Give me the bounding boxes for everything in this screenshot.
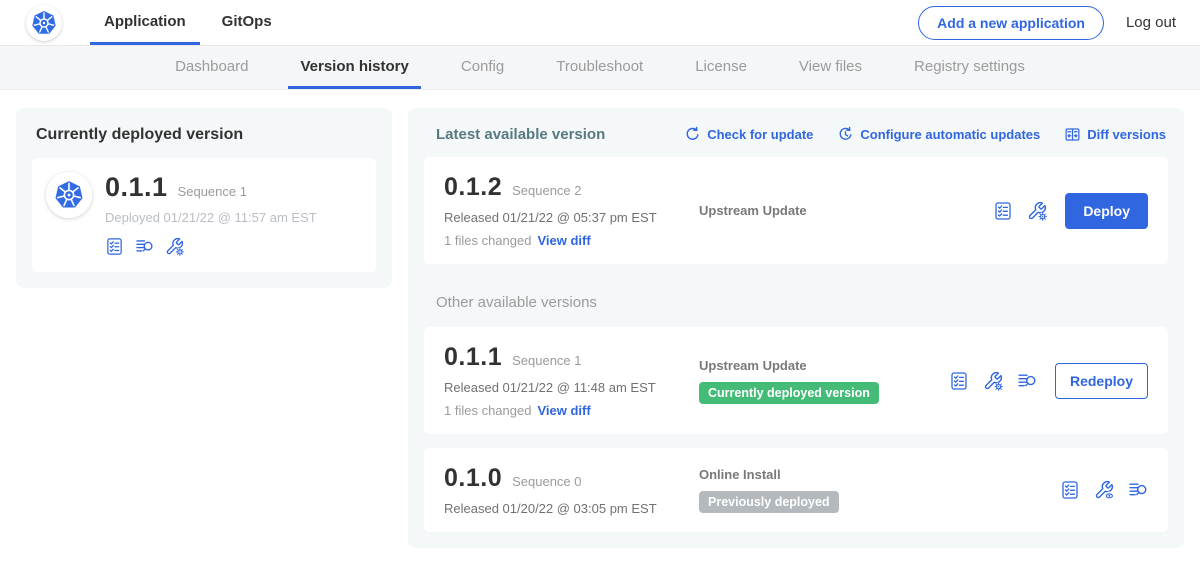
release-notes-icon[interactable] [949, 371, 969, 391]
release-notes-icon[interactable] [1060, 480, 1080, 500]
version-source: Upstream Update [699, 203, 981, 218]
version-source: Upstream Update Currently deployed versi… [699, 358, 937, 404]
subnav-tab-view-files[interactable]: View files [787, 46, 874, 89]
latest-available-title: Latest available version [436, 126, 605, 143]
version-info: 0.1.1 Sequence 1 Released 01/21/22 @ 11:… [444, 343, 699, 418]
header-actions: Add a new application Log out [918, 0, 1200, 45]
version-info: 0.1.0 Sequence 0 Released 01/20/22 @ 03:… [444, 464, 699, 516]
subnav-tab-version-history[interactable]: Version history [288, 46, 420, 89]
subnav-tab-dashboard[interactable]: Dashboard [163, 46, 260, 89]
add-application-button[interactable]: Add a new application [918, 6, 1104, 40]
top-nav: Application GitOps [90, 0, 286, 45]
files-changed: 1 files changedView diff [444, 233, 699, 248]
deployed-version-info: 0.1.1 Sequence 1 Deployed 01/21/22 @ 11:… [105, 172, 317, 256]
main-content: Currently deployed version 0.1.1 Sequenc… [0, 90, 1200, 548]
check-for-update-link[interactable]: Check for update [684, 126, 813, 143]
version-sequence: Sequence 2 [512, 183, 581, 198]
version-row: 0.1.1 Sequence 1 Released 01/21/22 @ 11:… [424, 327, 1168, 434]
app-icon-badge [46, 172, 92, 218]
subnav-tab-registry-settings[interactable]: Registry settings [902, 46, 1037, 89]
kubernetes-logo-icon [31, 10, 57, 36]
diff-versions-link[interactable]: Diff versions [1064, 126, 1166, 143]
deployed-version-number: 0.1.1 [105, 172, 168, 203]
deployed-timestamp: Deployed 01/21/22 @ 11:57 am EST [105, 210, 317, 225]
deployed-panel-title: Currently deployed version [36, 126, 376, 144]
logout-button[interactable]: Log out [1126, 14, 1176, 31]
view-diff-link[interactable]: View diff [537, 233, 590, 248]
subnav-tab-troubleshoot[interactable]: Troubleshoot [544, 46, 655, 89]
previously-deployed-badge: Previously deployed [699, 491, 839, 513]
redeploy-button[interactable]: Redeploy [1055, 363, 1148, 399]
version-source: Online Install Previously deployed [699, 467, 1048, 513]
app-subnav: Dashboard Version history Config Trouble… [0, 46, 1200, 90]
released-timestamp: Released 01/21/22 @ 11:48 am EST [444, 380, 699, 395]
diff-icon [1064, 126, 1081, 143]
version-number: 0.1.0 [444, 464, 502, 493]
source-label: Online Install [699, 467, 781, 482]
version-info: 0.1.2 Sequence 2 Released 01/21/22 @ 05:… [444, 173, 699, 248]
deploy-logs-icon[interactable] [135, 237, 154, 256]
currently-deployed-panel: Currently deployed version 0.1.1 Sequenc… [16, 108, 392, 288]
edit-config-icon[interactable] [165, 237, 184, 256]
refresh-icon [684, 126, 701, 143]
subnav-tab-config[interactable]: Config [449, 46, 516, 89]
released-timestamp: Released 01/21/22 @ 05:37 pm EST [444, 210, 699, 225]
view-config-icon[interactable] [1094, 480, 1114, 500]
deploy-button[interactable]: Deploy [1065, 193, 1148, 229]
tab-application-label: Application [104, 13, 186, 30]
version-number: 0.1.1 [444, 343, 502, 372]
source-label: Upstream Update [699, 203, 807, 218]
tab-gitops[interactable]: GitOps [208, 0, 286, 45]
subnav-tab-license[interactable]: License [683, 46, 759, 89]
tab-gitops-label: GitOps [222, 13, 272, 30]
version-number: 0.1.2 [444, 173, 502, 202]
version-history-panel: Latest available version Check for updat… [408, 108, 1184, 548]
configure-automatic-updates-link[interactable]: Configure automatic updates [837, 126, 1040, 143]
deploy-logs-icon[interactable] [1128, 480, 1148, 500]
deployed-sequence: Sequence 1 [178, 184, 247, 199]
view-diff-link[interactable]: View diff [537, 403, 590, 418]
kubernetes-logo-icon [54, 180, 84, 210]
deployed-version-card: 0.1.1 Sequence 1 Deployed 01/21/22 @ 11:… [32, 158, 376, 272]
release-notes-icon[interactable] [105, 237, 124, 256]
version-sequence: Sequence 1 [512, 353, 581, 368]
edit-config-icon[interactable] [983, 371, 1003, 391]
files-changed: 1 files changedView diff [444, 403, 699, 418]
version-row: 0.1.0 Sequence 0 Released 01/20/22 @ 03:… [424, 448, 1168, 532]
version-sequence: Sequence 0 [512, 474, 581, 489]
tab-application[interactable]: Application [90, 0, 200, 45]
auto-update-icon [837, 126, 854, 143]
release-notes-icon[interactable] [993, 201, 1013, 221]
other-versions-title: Other available versions [436, 294, 1168, 311]
deploy-logs-icon[interactable] [1017, 371, 1037, 391]
currently-deployed-badge: Currently deployed version [699, 382, 879, 404]
edit-config-icon[interactable] [1027, 201, 1047, 221]
app-logo[interactable] [26, 5, 62, 41]
version-row: 0.1.2 Sequence 2 Released 01/21/22 @ 05:… [424, 157, 1168, 264]
released-timestamp: Released 01/20/22 @ 03:05 pm EST [444, 501, 699, 516]
app-header: Application GitOps Add a new application… [0, 0, 1200, 46]
source-label: Upstream Update [699, 358, 807, 373]
